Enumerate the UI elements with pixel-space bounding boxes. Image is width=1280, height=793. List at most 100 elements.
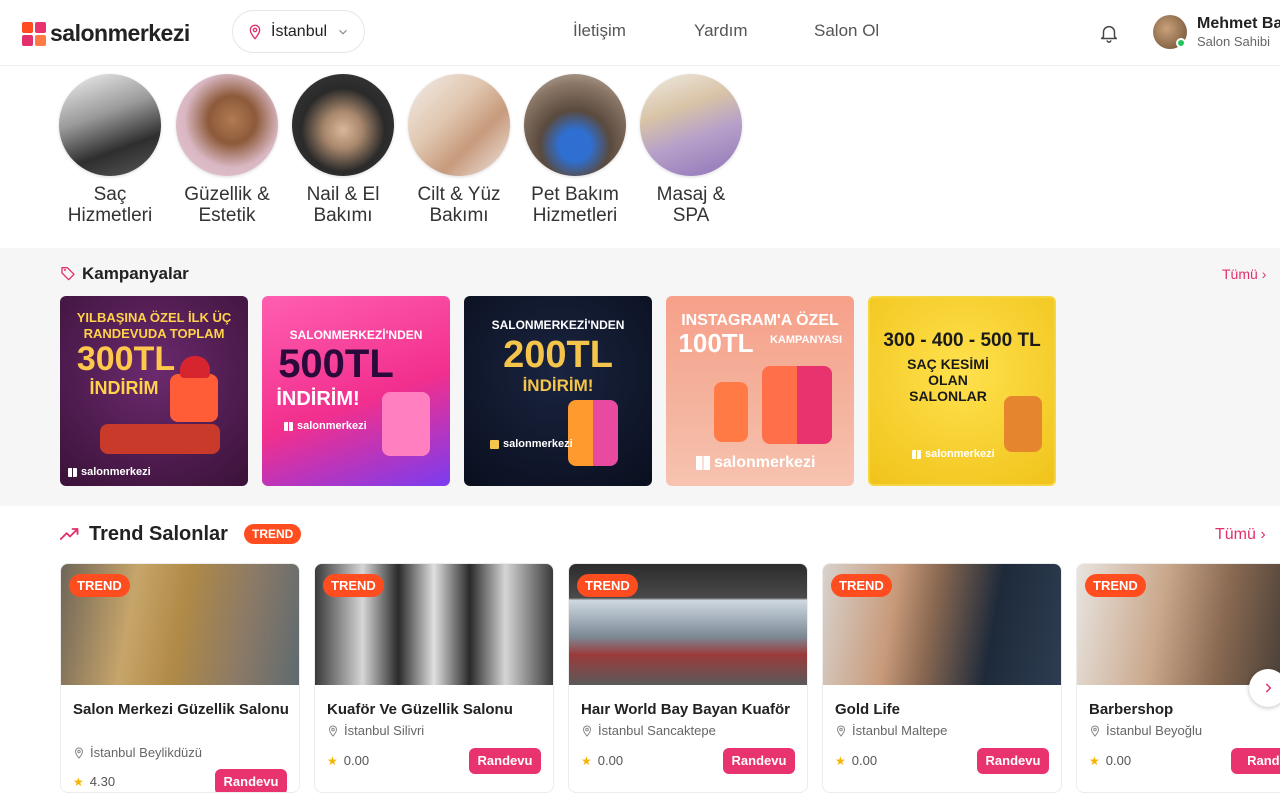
campaign-brand: salonmerkezi	[696, 454, 815, 472]
salon-name[interactable]: Haır World Bay Bayan Kuaför	[581, 699, 801, 721]
campaign-mid-text: RANDEVUDA TOPLAM	[83, 326, 225, 341]
mascot-illustration	[170, 374, 218, 422]
category-image	[176, 74, 278, 176]
nav-help[interactable]: Yardım	[694, 21, 748, 41]
top-header: salonmerkezi İstanbul İletişim Yardım Sa…	[0, 0, 1280, 66]
salon-rating: ★ 0.00	[581, 753, 624, 768]
salon-name[interactable]: Salon Merkezi Güzellik Salonu	[73, 699, 293, 721]
salon-card[interactable]: TREND Haır World Bay Bayan Kuaför İstanb…	[568, 563, 808, 793]
location-pin-icon	[328, 724, 338, 737]
site-logo[interactable]: salonmerkezi	[22, 20, 190, 47]
campaign-brand: salonmerkezi	[284, 420, 367, 432]
mascot-illustration	[1004, 396, 1042, 452]
campaign-mid-text: SAÇ KESİMİ	[907, 356, 989, 372]
salon-name[interactable]: Gold Life	[835, 699, 1055, 721]
appointment-button[interactable]: Randevu	[977, 748, 1049, 774]
online-status-dot	[1176, 38, 1186, 48]
salon-card[interactable]: TREND Barbershop İstanbul Beyoğlu ★ 0.00 …	[1076, 563, 1280, 793]
user-role: Salon Sahibi	[1197, 34, 1270, 49]
salon-card[interactable]: TREND Kuaför Ve Güzellik Salonu İstanbul…	[314, 563, 554, 793]
campaign-card[interactable]: SALONMERKEZİ'NDEN 500TL İNDİRİM! salonme…	[262, 296, 450, 486]
appointment-button[interactable]: Randevu	[723, 748, 795, 774]
category-skin-face-care[interactable]: Cilt & Yüz Bakımı	[404, 74, 514, 226]
appointment-button[interactable]: Randevu	[215, 769, 287, 792]
star-icon: ★	[835, 753, 846, 768]
star-icon: ★	[73, 774, 84, 789]
city-select-value: İstanbul	[271, 22, 328, 40]
trending-up-icon	[60, 528, 79, 540]
nav-contact[interactable]: İletişim	[573, 21, 626, 41]
category-massage-spa[interactable]: Masaj & SPA	[636, 74, 746, 226]
campaigns-see-all-link[interactable]: Tümü ›	[1222, 266, 1266, 282]
salon-image: TREND	[61, 564, 299, 685]
location-pin-icon	[1090, 724, 1100, 737]
salon-image: TREND	[823, 564, 1061, 685]
category-image	[59, 74, 161, 176]
category-image	[640, 74, 742, 176]
campaign-card[interactable]: 300 - 400 - 500 TL SAÇ KESİMİ OLAN SALON…	[868, 296, 1056, 486]
trend-badge: TREND	[69, 574, 130, 597]
category-beauty-aesthetics[interactable]: Güzellik & Estetik	[172, 74, 282, 226]
location-pin-icon	[74, 746, 84, 759]
category-label: Nail & El Bakımı	[306, 184, 380, 226]
salon-rating: ★ 0.00	[835, 753, 878, 768]
category-label: Güzellik & Estetik	[184, 184, 270, 226]
appointment-button[interactable]: Rande	[1231, 748, 1280, 774]
salon-image: TREND	[569, 564, 807, 685]
nav-become-salon[interactable]: Salon Ol	[814, 21, 879, 41]
sleigh-illustration	[100, 424, 220, 454]
trend-title: Trend Salonlar	[89, 523, 228, 545]
category-label: Pet Bakım Hizmetleri	[531, 184, 619, 226]
salon-image: TREND	[315, 564, 553, 685]
campaign-amount: 500TL	[278, 342, 394, 386]
chevron-down-icon	[339, 29, 347, 35]
trend-see-all-link[interactable]: Tümü ›	[1215, 526, 1266, 544]
salon-card[interactable]: TREND Gold Life İstanbul Maltepe ★ 0.00 R…	[822, 563, 1062, 793]
category-nail-hand-care[interactable]: Nail & El Bakımı	[288, 74, 398, 226]
location-pin-icon	[836, 724, 846, 737]
campaign-amount: 200TL	[503, 334, 613, 376]
campaign-card[interactable]: YILBAŞINA ÖZEL İLK ÜÇ RANDEVUDA TOPLAM 3…	[60, 296, 248, 486]
trend-badge: TREND	[323, 574, 384, 597]
campaign-top-text: SALONMERKEZİ'NDEN	[491, 318, 625, 332]
campaign-card[interactable]: INSTAGRAM'A ÖZEL 100TL KAMPANYASI salonm…	[666, 296, 854, 486]
star-icon: ★	[1089, 753, 1100, 768]
phone-illustration	[714, 382, 748, 442]
appointment-button[interactable]: Randevu	[469, 748, 541, 774]
carousel-next-button[interactable]	[1249, 669, 1280, 707]
campaign-brand: salonmerkezi	[490, 438, 573, 450]
trend-section-badge: TREND	[244, 524, 302, 544]
location-pin-icon	[582, 724, 592, 737]
campaigns-title: Kampanyalar	[82, 264, 189, 283]
category-pet-care[interactable]: Pet Bakım Hizmetleri	[520, 74, 630, 226]
salon-rating: ★ 4.30	[73, 774, 116, 789]
salon-name[interactable]: Kuaför Ve Güzellik Salonu	[327, 699, 547, 721]
category-hair-services[interactable]: Saç Hizmetleri	[55, 74, 165, 226]
salon-location: İstanbul Silivri	[327, 723, 424, 738]
city-select[interactable]: İstanbul	[232, 10, 365, 53]
campaign-sub-text: İNDİRİM!	[522, 376, 594, 395]
salon-name[interactable]: Barbershop	[1089, 699, 1280, 721]
salon-card[interactable]: TREND Salon Merkezi Güzellik Salonu İsta…	[60, 563, 300, 793]
logo-icon	[22, 21, 46, 46]
campaign-sub-text: OLAN	[928, 372, 968, 388]
category-label: Cilt & Yüz Bakımı	[417, 184, 501, 226]
mascot-illustration	[568, 400, 618, 466]
category-image	[408, 74, 510, 176]
salon-location: İstanbul Beyoğlu	[1089, 723, 1202, 738]
category-label: Masaj & SPA	[656, 184, 726, 226]
campaign-top-text: SALONMERKEZİ'NDEN	[289, 328, 423, 342]
campaign-sub-text: KAMPANYASI	[769, 334, 843, 346]
category-image	[524, 74, 626, 176]
user-name[interactable]: Mehmet Ba	[1197, 15, 1280, 33]
salon-location: İstanbul Beylikdüzü	[73, 745, 202, 760]
mascot-illustration	[382, 392, 430, 456]
salon-image: TREND	[1077, 564, 1280, 685]
campaign-amount: 300 - 400 - 500 TL	[883, 330, 1041, 351]
star-icon: ★	[327, 753, 338, 768]
campaign-top-text: YILBAŞINA ÖZEL İLK ÜÇ	[76, 310, 232, 325]
trend-badge: TREND	[831, 574, 892, 597]
notification-bell-icon[interactable]	[1098, 22, 1120, 44]
campaign-card[interactable]: SALONMERKEZİ'NDEN 200TL İNDİRİM! salonme…	[464, 296, 652, 486]
logo-text: salonmerkezi	[50, 20, 190, 46]
